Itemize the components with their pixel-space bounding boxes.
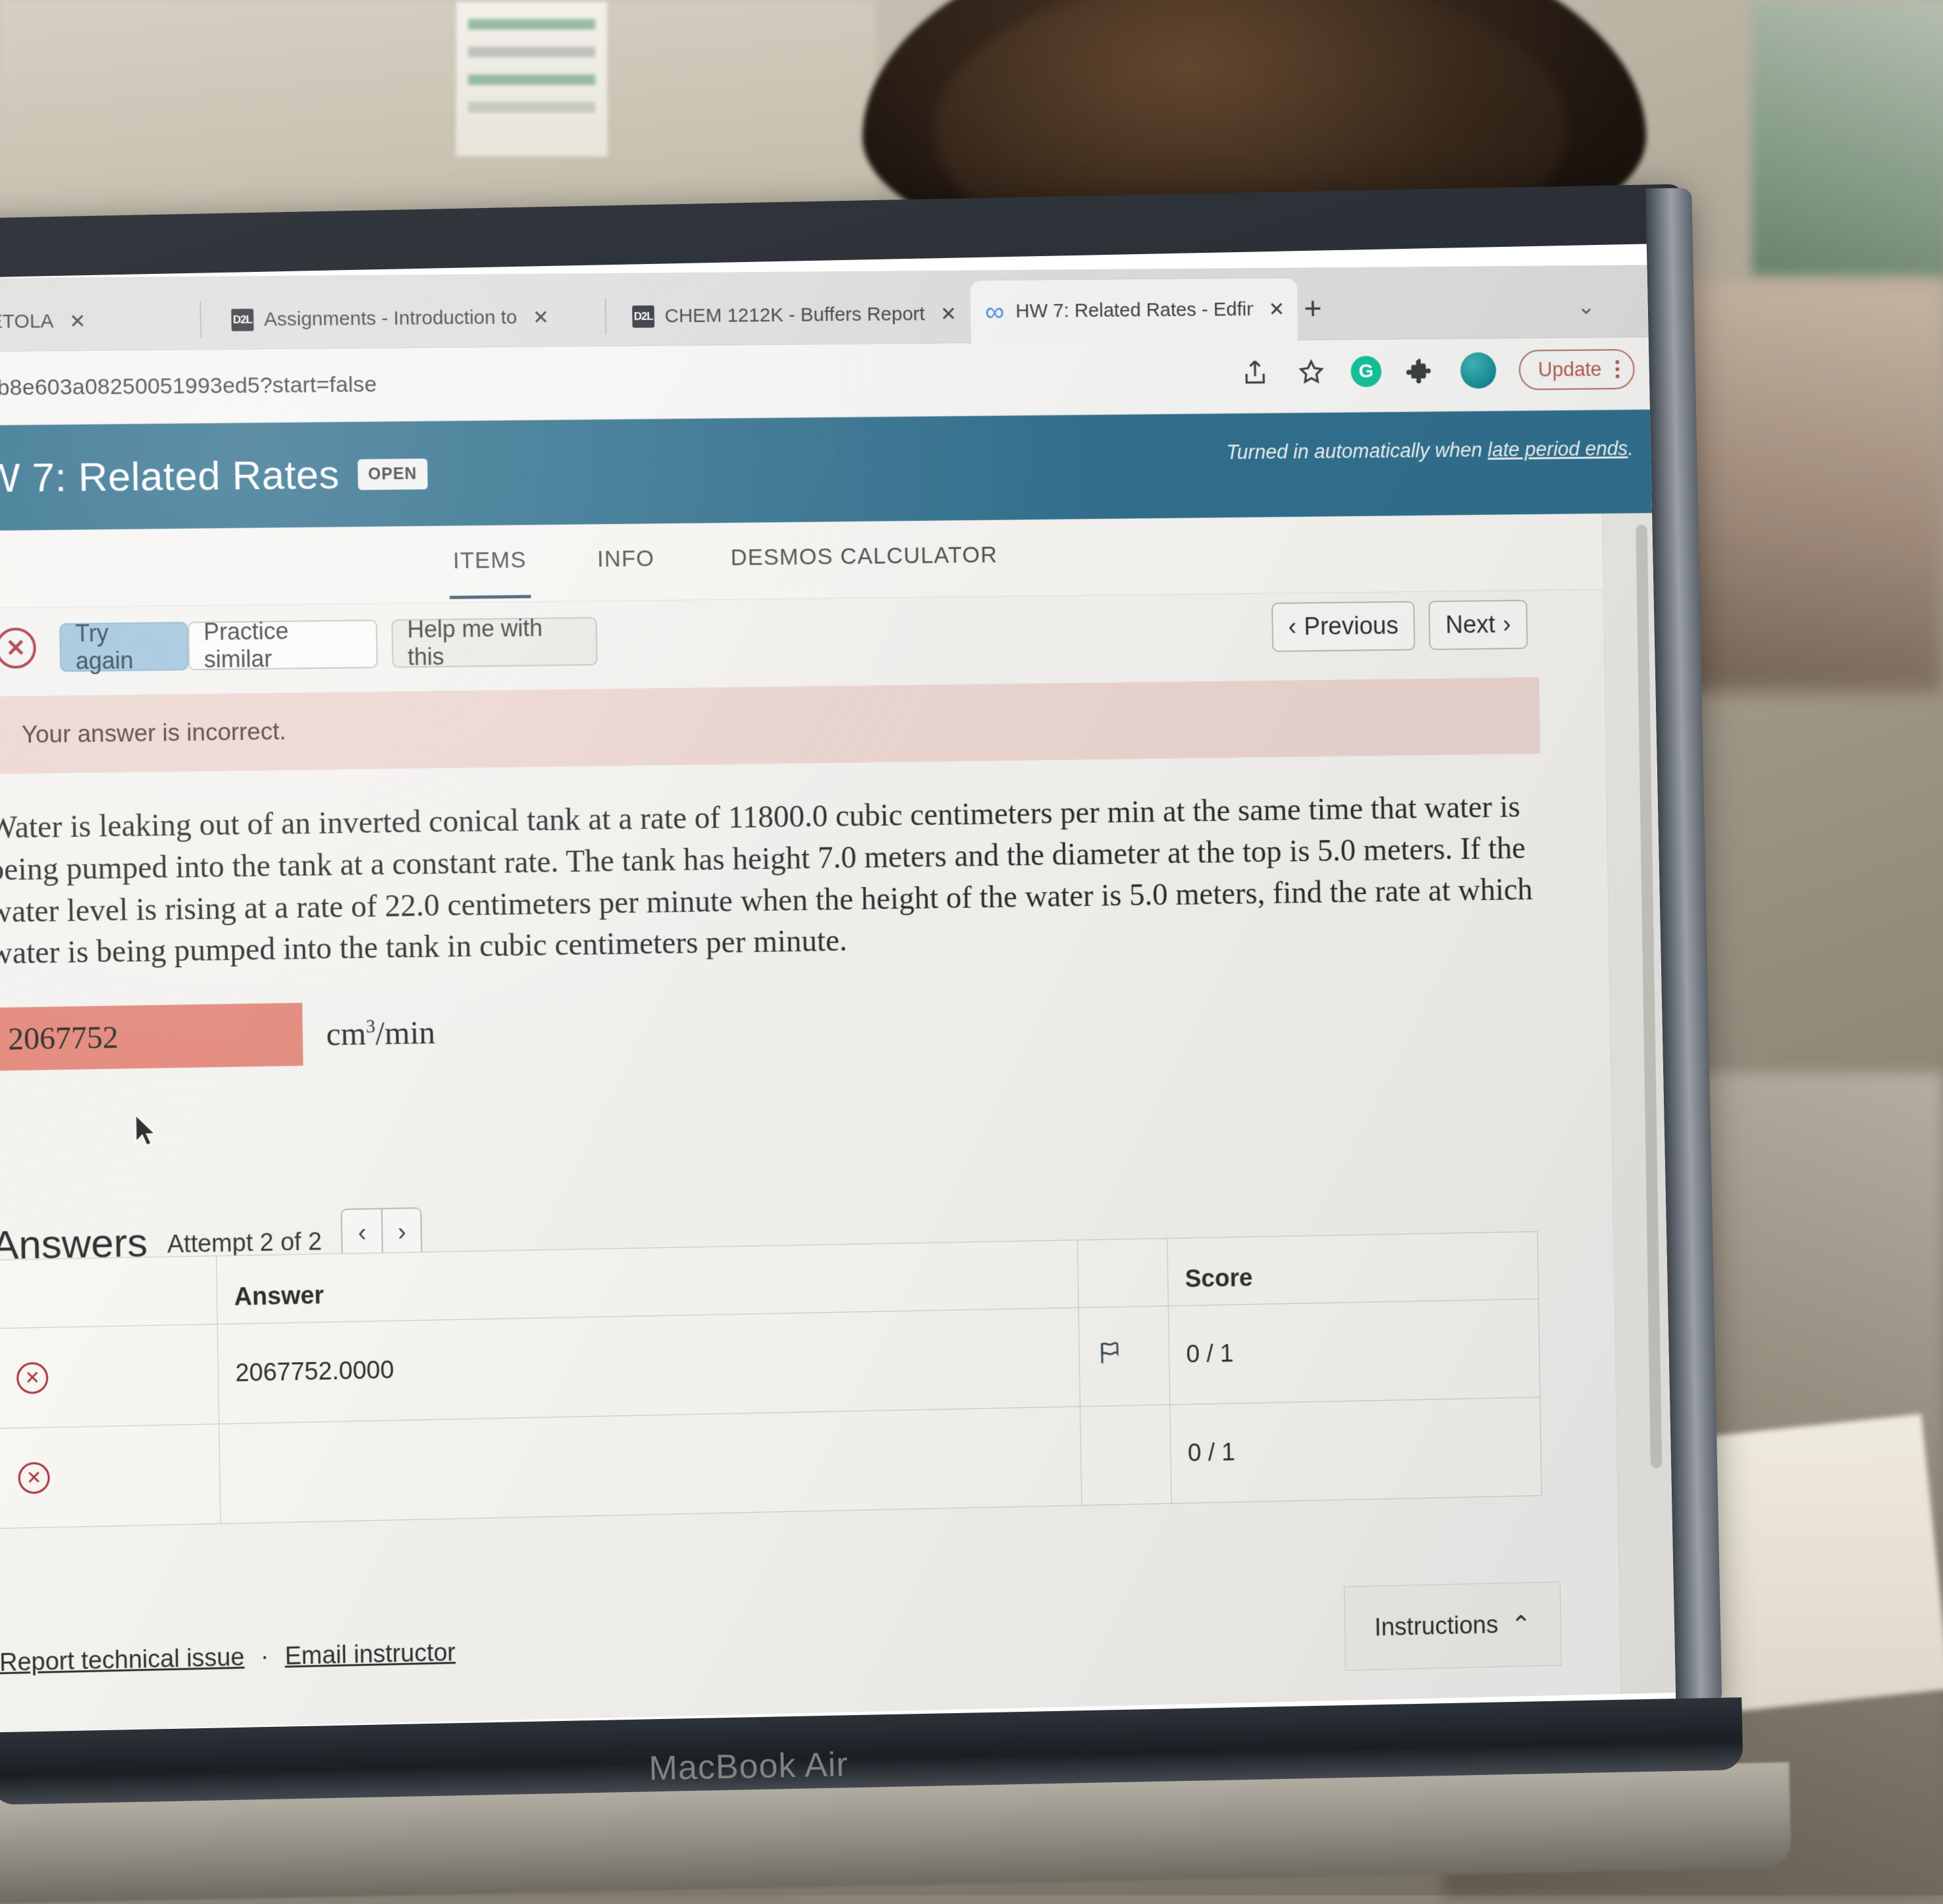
star-icon[interactable] [1294,355,1328,389]
row-score-cell: 0 / 1 [1170,1397,1541,1503]
tab-title: CHEM 1212K - Buffers Report [664,304,925,328]
browser-tab-0[interactable]: EKS - AL-AMEEN ADETOLA ✕ [0,291,182,354]
laptop: MacBook Air EKS - AL-AMEEN ADETOLA ✕ D2L… [0,180,1916,1903]
address-bar-url[interactable]: nts/622b8e603a08250051993ed5?start=false [0,372,377,402]
report-technical-issue-link[interactable]: Report technical issue [0,1644,245,1677]
footer-links: Report technical issue · Email instructo… [0,1639,456,1678]
incorrect-banner-text: Your answer is incorrect. [22,718,286,749]
laptop-screen: EKS - AL-AMEEN ADETOLA ✕ D2L Assignments… [0,244,1676,1733]
incorrect-icon: ✕ [16,1362,49,1394]
incorrect-banner: Your answer is incorrect. [0,677,1540,774]
attempt-next-button[interactable]: › [381,1209,421,1257]
try-again-button[interactable]: Try again [59,621,188,672]
tab-separator [200,302,201,338]
late-period-link[interactable]: late period ends [1487,437,1628,461]
update-button[interactable]: Update [1519,349,1635,390]
chevron-down-icon[interactable]: ⌄ [1577,294,1595,320]
row-mark-cell: ✕ [0,1324,219,1428]
grammarly-icon[interactable]: G [1350,356,1381,387]
browser-tab-3-active[interactable]: ∞ HW 7: Related Rates - Edfinity ✕ [970,278,1298,343]
chevron-up-icon: ⌃ [1510,1610,1531,1639]
answer-input[interactable]: 2067752 [0,1003,304,1071]
chevron-left-icon: ‹ [1288,613,1296,641]
tab-separator [605,298,607,335]
turned-in-note: Turned in automatically when late period… [1226,437,1633,465]
help-me-with-this-button[interactable]: Help me with this [391,617,597,668]
row-flag-cell[interactable] [1080,1405,1172,1506]
email-instructor-link[interactable]: Email instructor [284,1639,456,1670]
incorrect-icon: ✕ [18,1462,50,1494]
share-icon[interactable] [1238,356,1272,390]
incorrect-icon: ✕ [0,627,36,669]
column-flag [1078,1238,1169,1308]
assignment-content: ITEMS INFO DESMOS CALCULATOR 13. ✕ Try a… [0,513,1676,1732]
assignment-header: HW 7: Related Rates OPEN Turned in autom… [0,410,1660,531]
content-card: ITEMS INFO DESMOS CALCULATOR 13. ✕ Try a… [0,514,1621,1732]
previous-button[interactable]: ‹ Previous [1271,601,1416,652]
tab-desmos-calculator[interactable]: DESMOS CALCULATOR [730,542,998,571]
puzzle-icon[interactable] [1404,354,1438,388]
chevron-right-icon: › [1503,610,1511,638]
footer-separator: · [260,1643,269,1671]
browser-tab-1[interactable]: D2L Assignments - Introduction to ✕ [218,288,597,350]
instructions-button[interactable]: Instructions ⌃ [1344,1581,1562,1670]
background-poster [454,0,609,158]
browser-tab-2[interactable]: D2L CHEM 1212K - Buffers Report ✕ [619,284,994,346]
instructions-label: Instructions [1374,1611,1499,1642]
units-tail: /min [375,1014,436,1051]
row-mark-cell: ✕ [0,1424,221,1529]
tab-items[interactable]: ITEMS [453,547,527,574]
tab-close-icon[interactable]: ✕ [533,306,549,329]
infinity-icon: ∞ [983,301,1005,323]
tab-title: HW 7: Related Rates - Edfinity [1015,298,1254,323]
turned-in-prefix: Turned in automatically when [1226,438,1487,463]
tab-title: EKS - AL-AMEEN ADETOLA [0,310,54,334]
answer-units: cm3/min [326,1013,435,1053]
browser-toolbar-icons: G Update [1238,349,1635,392]
avatar[interactable] [1460,352,1497,389]
previous-label: Previous [1304,612,1398,641]
row-score-cell: 0 / 1 [1169,1299,1540,1405]
answers-table: Answer Score ✕ 2067752.0000 [0,1231,1542,1529]
tab-close-icon[interactable]: ✕ [69,310,86,333]
update-label: Update [1538,357,1602,381]
d2l-icon: D2L [231,309,253,331]
question-toolbar: 13. ✕ Try again Practice similar Help me… [0,590,1605,693]
next-button[interactable]: Next › [1429,600,1528,650]
row-answer-cell: 2067752.0000 [217,1308,1080,1424]
next-label: Next [1445,611,1495,639]
attempt-navigator: ‹ › [341,1207,423,1259]
new-tab-button[interactable]: + [1304,294,1322,325]
answer-entry-row: 2067752 cm3/min [0,1001,436,1071]
background-wall [0,0,876,217]
flag-icon[interactable] [1096,1342,1125,1373]
units-exponent: 3 [366,1017,376,1038]
column-mark [0,1256,217,1329]
problem-statement: Water is leaking out of an inverted coni… [0,786,1554,975]
column-score: Score [1167,1232,1539,1306]
status-badge: OPEN [358,458,427,490]
units-base: cm [326,1015,366,1053]
tab-title: Assignments - Introduction to [264,307,518,331]
tab-close-icon[interactable]: ✕ [1269,298,1285,321]
tab-info[interactable]: INFO [597,546,655,573]
practice-similar-button[interactable]: Practice similar [188,620,378,670]
row-answer-cell [219,1406,1082,1523]
turned-in-suffix: . [1628,437,1634,460]
row-flag-cell[interactable] [1078,1306,1170,1407]
attempt-previous-button[interactable]: ‹ [342,1209,383,1257]
kebab-menu-icon[interactable] [1615,360,1619,379]
question-navigation: ‹ Previous Next › [1271,600,1528,652]
tab-close-icon[interactable]: ✕ [940,303,957,326]
page-title: HW 7: Related Rates [0,451,340,502]
d2l-icon: D2L [632,305,654,328]
